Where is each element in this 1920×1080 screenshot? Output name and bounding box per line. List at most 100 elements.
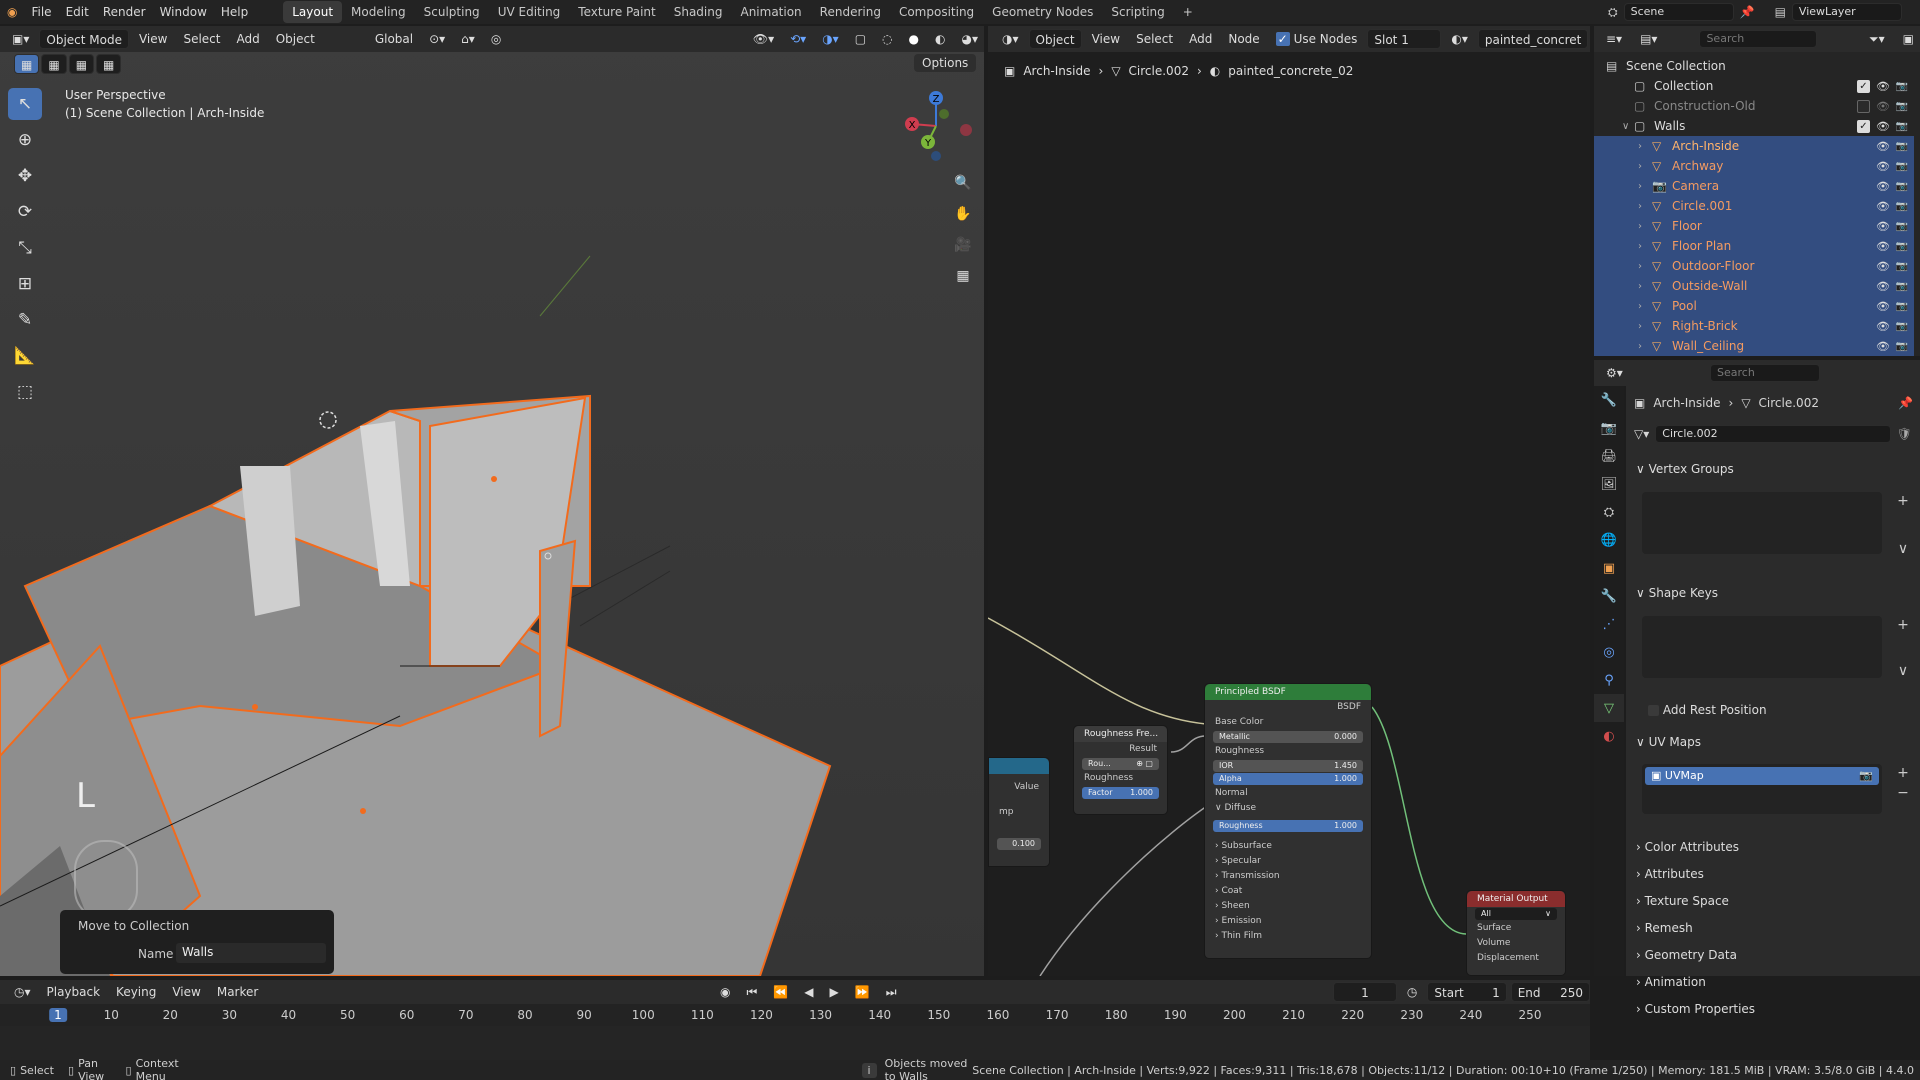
workspace-tab-animation[interactable]: Animation xyxy=(731,1,810,23)
add-vertex-group-icon[interactable]: + xyxy=(1894,492,1912,510)
thin-film-panel[interactable]: › Thin Film xyxy=(1205,929,1371,944)
alpha-slider[interactable]: Alpha 1.000 xyxy=(1213,773,1363,785)
mesh-name-field[interactable]: Circle.002 xyxy=(1655,425,1891,443)
shader-node-editor[interactable]: Value mp 0.100 Roughness Fre... Result R… xyxy=(988,52,1590,976)
shape-keys-list[interactable] xyxy=(1642,616,1882,678)
select-extend-icon[interactable]: ▦ xyxy=(41,54,67,74)
pan-hand-icon[interactable]: ✋ xyxy=(950,201,976,227)
overlay-toggle-icon[interactable]: ◑▾ xyxy=(816,29,845,49)
playhead-frame-indicator[interactable]: 1 xyxy=(49,1008,67,1022)
viewport-menu-object[interactable]: Object xyxy=(270,29,321,49)
tool-tab-icon[interactable]: 🔧 xyxy=(1594,386,1624,414)
material-browse-icon[interactable]: ◐▾ xyxy=(1445,29,1474,49)
shader-type-dropdown[interactable]: Object xyxy=(1028,29,1082,49)
workspace-tab-sculpting[interactable]: Sculpting xyxy=(415,1,489,23)
outliner-row-pool[interactable]: › ▽ Pool 👁 📷 xyxy=(1594,296,1914,316)
shape-keys-section[interactable]: ∨ Shape Keys xyxy=(1636,586,1718,600)
menu-edit[interactable]: Edit xyxy=(59,0,96,24)
view-layer-tab-icon[interactable]: 🖼 xyxy=(1594,470,1624,498)
transmission-panel[interactable]: › Transmission xyxy=(1205,869,1371,884)
jump-start-icon[interactable]: ⏮ xyxy=(741,982,764,1002)
options-dropdown[interactable]: Options xyxy=(914,54,977,72)
scene-tab-icon[interactable]: ⛭ xyxy=(1594,498,1624,526)
add-cube-tool-icon[interactable]: ⬚ xyxy=(8,376,42,408)
vertex-groups-section[interactable]: ∨ Vertex Groups xyxy=(1636,462,1734,476)
material-output-title[interactable]: Material Output xyxy=(1467,891,1565,907)
outliner-row-outside-wall[interactable]: › ▽ Outside-Wall 👁 📷 xyxy=(1594,276,1914,296)
sheen-panel[interactable]: › Sheen xyxy=(1205,899,1371,914)
prev-keyframe-icon[interactable]: ⏪ xyxy=(767,982,794,1002)
viewport-menu-add[interactable]: Add xyxy=(230,29,265,49)
rotate-tool-icon[interactable]: ⟳ xyxy=(8,196,42,228)
value-node[interactable]: Value mp 0.100 xyxy=(988,757,1050,867)
remesh-section[interactable]: › Remesh xyxy=(1636,921,1693,935)
node-menu-add[interactable]: Add xyxy=(1183,29,1218,49)
emission-panel[interactable]: › Emission xyxy=(1205,914,1371,929)
play-reverse-icon[interactable]: ◀ xyxy=(798,982,819,1002)
properties-panel[interactable]: ▣ Arch-Inside › ▽ Circle.002 📌 ▽▾ Circle… xyxy=(1626,386,1920,1016)
current-frame-field[interactable]: 1 xyxy=(1332,982,1397,1002)
material-name-field[interactable]: painted_concret xyxy=(1477,29,1589,49)
add-shape-key-icon[interactable]: + xyxy=(1894,616,1912,634)
diffuse-roughness-slider[interactable]: Roughness 1.000 xyxy=(1213,820,1363,832)
outliner-editor-type-icon[interactable]: ≡▾ xyxy=(1600,29,1628,49)
outliner-search-input[interactable]: Search xyxy=(1699,30,1818,48)
scale-tool-icon[interactable]: ⤡ xyxy=(8,232,42,264)
play-icon[interactable]: ▶ xyxy=(824,982,845,1002)
material-output-node[interactable]: Material Output All ∨ Surface Volume Disp… xyxy=(1466,890,1566,976)
end-frame-field[interactable]: End 250 xyxy=(1510,982,1590,1002)
timeline-editor-type-icon[interactable]: ◷▾ xyxy=(8,982,37,1002)
marker-menu[interactable]: Marker xyxy=(211,982,264,1002)
pin-icon[interactable]: 📌 xyxy=(1898,396,1913,410)
menu-render[interactable]: Render xyxy=(96,0,153,24)
texture-space-section[interactable]: › Texture Space xyxy=(1636,894,1729,908)
select-new-icon[interactable]: ▦ xyxy=(14,54,40,74)
ior-slider[interactable]: IOR 1.450 xyxy=(1213,760,1363,772)
viewport-menu-view[interactable]: View xyxy=(133,29,173,49)
workspace-tab-layout[interactable]: Layout xyxy=(283,1,343,23)
view-layer-field[interactable]: ViewLayer xyxy=(1791,3,1902,21)
fake-user-icon[interactable]: 🛡 xyxy=(1897,427,1912,441)
outliner-panel[interactable]: ▤ Scene Collection ▢ Collection ✓ 👁 📷 ▢ Const… xyxy=(1594,26,1920,356)
outliner-row-floor-plan[interactable]: › ▽ Floor Plan 👁 📷 xyxy=(1594,236,1914,256)
outliner-row-arch-inside[interactable]: › ▽ Arch-Inside 👁 📷 xyxy=(1594,136,1914,156)
auto-keying-icon[interactable]: ◉ xyxy=(714,982,736,1002)
roughness-node-title[interactable]: Roughness Fre... xyxy=(1074,726,1167,742)
collection-name-input[interactable]: Walls xyxy=(176,943,326,963)
scene-field[interactable]: Scene xyxy=(1623,3,1734,21)
transform-tool-icon[interactable]: ⊞ xyxy=(8,268,42,300)
specular-panel[interactable]: › Specular xyxy=(1205,854,1371,869)
navigation-gizmo[interactable]: Z X Y xyxy=(896,86,976,166)
workspace-tab-rendering[interactable]: Rendering xyxy=(811,1,890,23)
select-intersect-icon[interactable]: ▦ xyxy=(96,54,122,74)
timeline-view-menu[interactable]: View xyxy=(166,982,206,1002)
node-menu-select[interactable]: Select xyxy=(1130,29,1179,49)
render-tab-icon[interactable]: 📷 xyxy=(1594,414,1624,442)
shading-material-icon[interactable]: ◐ xyxy=(929,29,951,49)
shading-wireframe-icon[interactable]: ◌ xyxy=(876,29,898,49)
node-editor-type-icon[interactable]: ◑▾ xyxy=(996,29,1025,49)
menu-file[interactable]: File xyxy=(24,0,58,24)
use-nodes-checkbox[interactable]: ✓ Use Nodes xyxy=(1270,29,1364,49)
menu-help[interactable]: Help xyxy=(214,0,255,24)
bsdf-title[interactable]: Principled BSDF xyxy=(1205,684,1371,700)
move-tool-icon[interactable]: ✥ xyxy=(8,160,42,192)
keying-menu[interactable]: Keying xyxy=(110,982,162,1002)
shading-solid-icon[interactable]: ● xyxy=(903,29,925,49)
uv-maps-section[interactable]: ∨ UV Maps xyxy=(1636,735,1701,749)
node-menu-node[interactable]: Node xyxy=(1222,29,1265,49)
menu-window[interactable]: Window xyxy=(153,0,214,24)
start-frame-field[interactable]: Start 1 xyxy=(1427,982,1507,1002)
properties-editor-type-icon[interactable]: ⚙▾ xyxy=(1600,363,1629,383)
select-subtract-icon[interactable]: ▦ xyxy=(68,54,95,74)
constraints-tab-icon[interactable]: ⚲ xyxy=(1594,666,1624,694)
subsurface-panel[interactable]: › Subsurface xyxy=(1205,839,1371,854)
uvmap-list-item[interactable]: ▣ UVMap 📷 xyxy=(1645,767,1879,785)
vertex-group-menu-icon[interactable]: ∨ xyxy=(1894,540,1912,558)
pivot-icon[interactable]: ⊙▾ xyxy=(423,29,451,49)
remove-uv-map-icon[interactable]: − xyxy=(1894,784,1912,802)
outliner-row-walls[interactable]: ∨ ▢ Walls ✓ 👁 📷 xyxy=(1594,116,1914,136)
outliner-row-camera[interactable]: › 📷 Camera 👁 📷 xyxy=(1594,176,1914,196)
display-mode-icon[interactable]: ▤▾ xyxy=(1634,29,1663,49)
jump-end-icon[interactable]: ⏭ xyxy=(880,982,903,1002)
